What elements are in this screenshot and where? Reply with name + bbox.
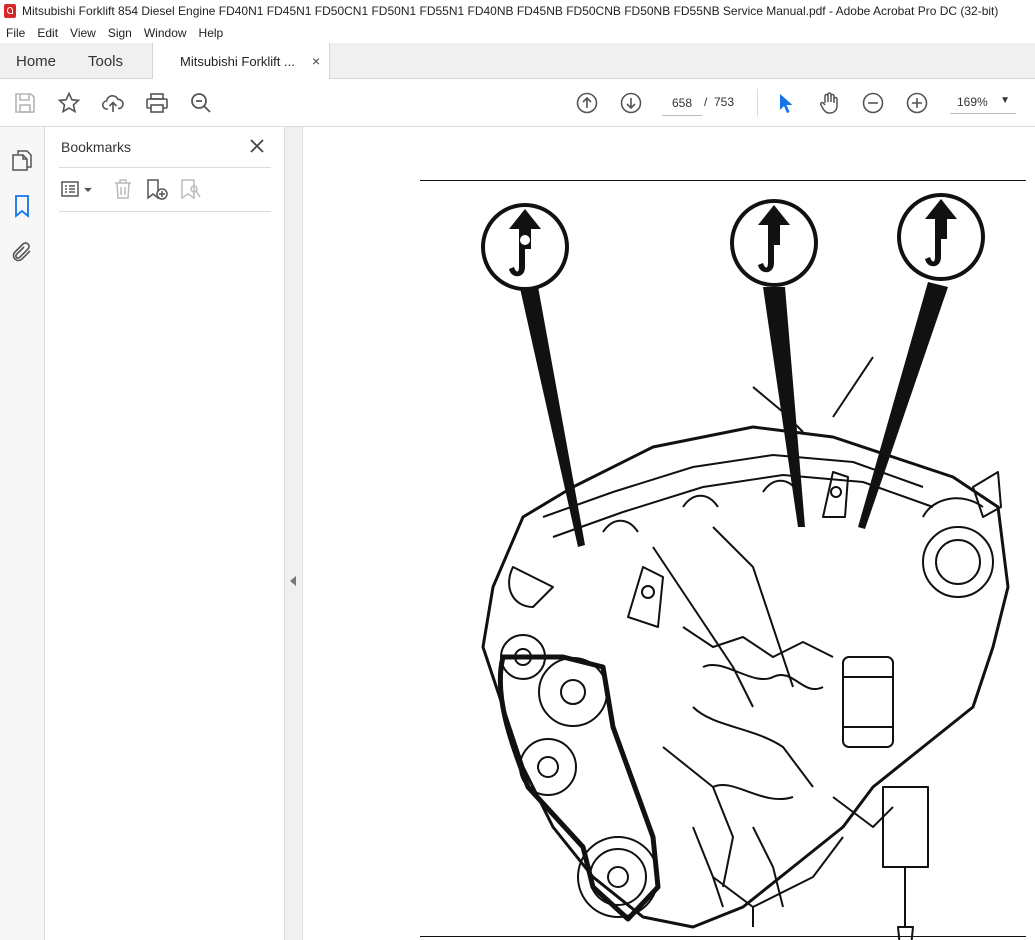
left-rail <box>0 127 45 940</box>
select-arrow-icon[interactable] <box>773 91 797 115</box>
bookmark-properties-icon[interactable] <box>179 177 203 201</box>
bookmarks-icon[interactable] <box>10 194 34 218</box>
page-up-icon[interactable] <box>575 91 599 115</box>
title-bar: Mitsubishi Forklift 854 Diesel Engine FD… <box>0 0 1035 22</box>
engine-illustration <box>481 193 1010 940</box>
window-title: Mitsubishi Forklift 854 Diesel Engine FD… <box>22 4 999 18</box>
attachments-icon[interactable] <box>10 240 34 264</box>
lift-marker-right <box>858 193 985 529</box>
zoom-in-icon[interactable] <box>905 91 929 115</box>
menu-help[interactable]: Help <box>193 26 230 40</box>
menu-sign[interactable]: Sign <box>102 26 138 40</box>
menu-window[interactable]: Window <box>138 26 193 40</box>
lift-marker-left <box>481 203 585 547</box>
panel-collapse-handle[interactable] <box>285 127 303 940</box>
bookmarks-panel: Bookmarks <box>45 127 285 940</box>
document-tab-label: Mitsubishi Forklift ... <box>180 53 295 69</box>
menu-file[interactable]: File <box>0 26 31 40</box>
tab-document[interactable]: Mitsubishi Forklift ... × <box>152 43 330 79</box>
zoom-out-icon[interactable] <box>861 91 885 115</box>
print-icon[interactable] <box>145 91 169 115</box>
menu-view[interactable]: View <box>64 26 102 40</box>
menu-bar: File Edit View Sign Window Help <box>0 22 1035 43</box>
zoom-search-icon[interactable] <box>189 91 213 115</box>
page-down-icon[interactable] <box>619 91 643 115</box>
panel-divider <box>59 211 271 212</box>
options-menu-icon[interactable] <box>59 177 95 201</box>
page-rule-bottom <box>420 936 1026 937</box>
page-rule-top <box>420 180 1026 181</box>
zoom-value: 169% <box>957 95 988 109</box>
add-bookmark-icon[interactable] <box>145 177 169 201</box>
menu-edit[interactable]: Edit <box>31 26 64 40</box>
zoom-select[interactable]: 169% ▼ <box>950 91 1016 114</box>
page-thumbnails-icon[interactable] <box>10 148 34 172</box>
toolbar-divider <box>757 89 758 117</box>
close-icon[interactable] <box>248 137 266 155</box>
panel-divider <box>59 167 271 168</box>
collapse-arrow-icon <box>290 576 296 586</box>
acrobat-icon <box>4 4 16 18</box>
page-separator: / <box>704 95 708 109</box>
save-icon[interactable] <box>13 91 37 115</box>
page-number-input[interactable] <box>662 91 702 116</box>
delete-icon[interactable] <box>111 177 135 201</box>
hand-icon[interactable] <box>817 91 841 115</box>
document-view[interactable] <box>303 127 1035 940</box>
tab-tools[interactable]: Tools <box>88 53 123 70</box>
upload-icon[interactable] <box>101 91 125 115</box>
bookmarks-title: Bookmarks <box>61 139 132 155</box>
tab-home[interactable]: Home <box>16 53 56 70</box>
tab-bar: Home Tools Mitsubishi Forklift ... × <box>0 43 1035 79</box>
bookmark-star-icon[interactable] <box>57 91 81 115</box>
lift-marker-center <box>730 199 818 527</box>
toolbar: / 753 169% ▼ <box>0 79 1035 127</box>
page-total: 753 <box>714 95 735 109</box>
close-tab-icon[interactable]: × <box>312 53 320 69</box>
chevron-down-icon: ▼ <box>1000 95 1010 106</box>
